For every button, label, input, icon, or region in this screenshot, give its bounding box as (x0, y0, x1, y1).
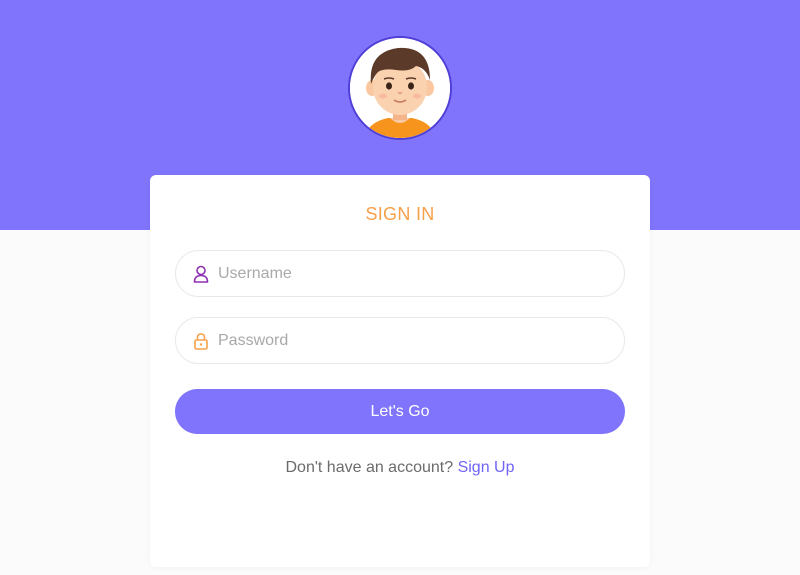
signup-prompt-row: Don't have an account? Sign Up (150, 459, 650, 477)
avatar (348, 36, 452, 140)
lock-icon (193, 332, 209, 350)
signup-link[interactable]: Sign Up (458, 459, 515, 476)
username-field[interactable] (175, 250, 625, 297)
signin-card: SIGN IN Let's Go Don't have an account? … (150, 175, 650, 567)
signup-prompt-text: Don't have an account? (285, 459, 458, 476)
username-input[interactable] (218, 251, 608, 296)
signin-title: SIGN IN (365, 204, 435, 224)
user-icon (193, 265, 209, 283)
boy-avatar-icon (350, 38, 450, 138)
password-field[interactable] (175, 317, 625, 364)
lets-go-button[interactable]: Let's Go (175, 389, 625, 434)
password-input[interactable] (218, 318, 608, 363)
